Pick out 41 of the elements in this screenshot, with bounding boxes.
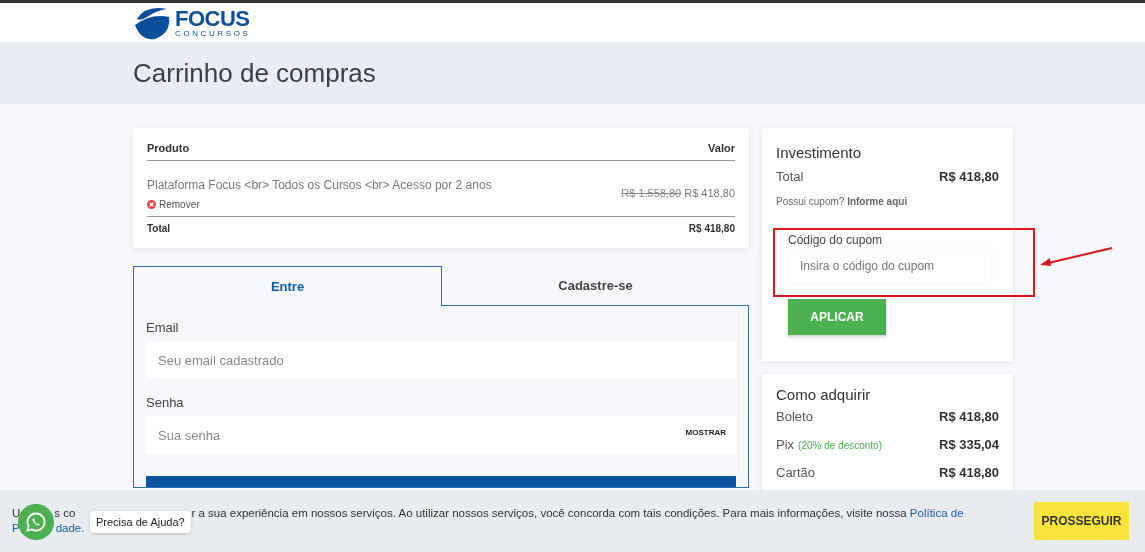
help-chip[interactable]: Precisa de Ajuda? [90,511,191,533]
total-label: Total [776,169,804,184]
card-title: Investimento [776,144,863,161]
privacy-link[interactable]: dade. [55,521,85,536]
payment-price: R$ 418,80 [939,408,999,424]
coupon-label: Código do cupom [788,233,884,247]
privacy-link[interactable]: P [12,521,20,536]
payment-method: Boleto [776,409,813,424]
payment-method: Pix [776,437,795,452]
banner-text: s co [54,506,76,521]
banner-text: r a sua experiência em nossos serviços. Ao utilizar nossos serviços, você concorda com tais condições. Para mais informações, visite nossa [191,506,907,521]
total-value: R$ 418,80 [939,169,999,184]
column-header: Valor [708,142,735,154]
field-label: Email [146,320,180,335]
coupon-prompt: Possui cupom? Informe aqui [776,196,909,207]
column-header: Produto [147,142,190,154]
payment-method: Cartão [776,465,816,480]
page-title: Carrinho de compras [133,57,376,89]
card-title: Como adquirir [776,386,872,403]
remove-link[interactable]: Remover [147,199,492,210]
tab[interactable]: Entre [133,266,442,306]
banner-text: U [12,506,21,521]
discount-note: (20% de desconto) [798,440,882,451]
privacy-link[interactable]: Política de [909,506,964,521]
show-password-button[interactable]: MOSTRAR [685,428,726,437]
logo-name: FOCUS [175,7,251,30]
arrow-icon [1038,246,1114,268]
logo-tagline: CONCURSOS [175,29,251,38]
old-price: R$ 1.558,80 [621,186,682,199]
payment-price: R$ 335,04 [939,436,999,452]
input-field[interactable]: Seu email cadastrado [146,341,736,379]
coupon-field[interactable]: Insira o código do cupom [788,249,991,283]
remove-icon [147,200,156,209]
chat-icon [26,512,46,532]
payment-price: R$ 418,80 [939,464,999,480]
product-name: Plataforma Focus <br> Todos os Cursos <br> Acesso por 2 anos [147,178,492,192]
field-label: Senha [146,395,185,410]
total-value: R$ 418,80 [688,223,735,234]
total-label: Total [147,223,171,234]
accept-button[interactable]: PROSSEGUIR [1034,502,1129,540]
price: R$ 418,80 [684,186,735,199]
